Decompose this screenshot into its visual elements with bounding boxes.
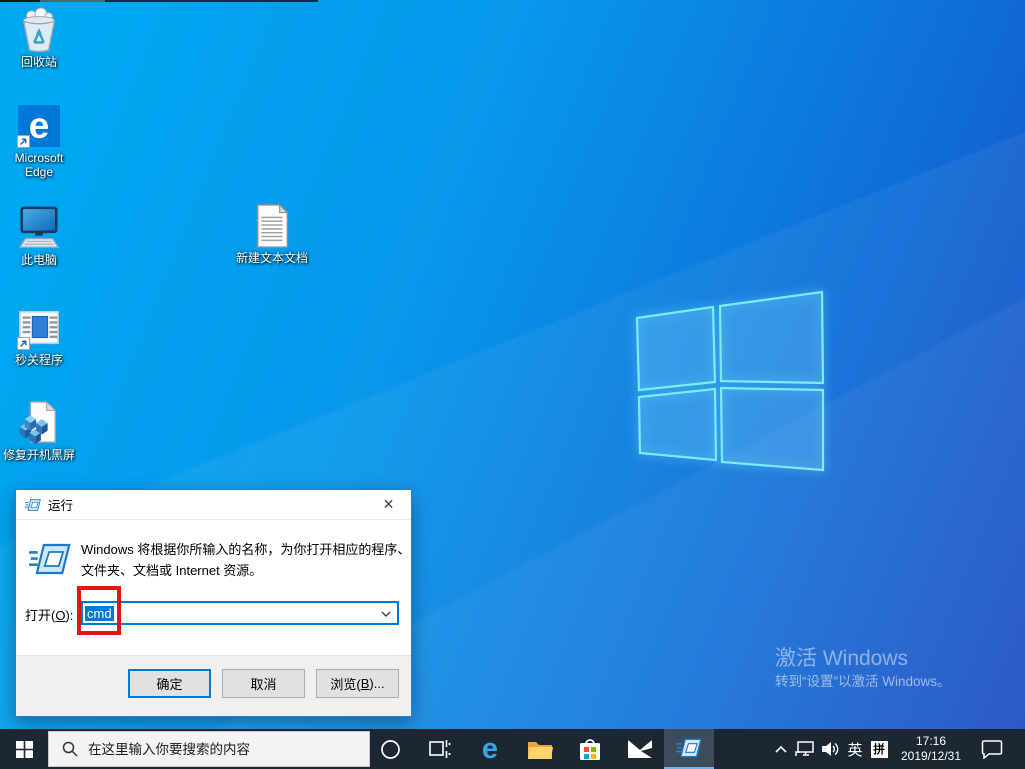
ok-button[interactable]: 确定 [128,669,211,698]
mail-icon [628,740,652,758]
this-pc-icon [18,206,60,248]
network-tray-button[interactable] [792,729,818,769]
clock-time: 17:16 [915,734,947,748]
recycle-bin-icon [22,7,56,53]
edge-icon: e [481,732,499,765]
dialog-button-strip: 确定 取消 浏览(B)... [16,655,411,716]
desktop-icon-recycle-bin[interactable]: 回收站 [1,7,77,69]
run-dialog-description: Windows 将根据你所输入的名称，为你打开相应的程序、 文件夹、文档或 In… [81,539,410,581]
run-icon [25,497,41,513]
close-button[interactable]: ✕ [366,490,411,519]
registry-file-icon [19,400,57,445]
ime-mode-button[interactable]: 拼 [868,729,890,769]
run-dialog-body: Windows 将根据你所输入的名称，为你打开相应的程序、 文件夹、文档或 In… [16,521,411,656]
task-view-icon [429,740,451,758]
chevron-up-icon [775,745,787,753]
file-explorer-button[interactable] [516,729,564,769]
run-dialog-titlebar[interactable]: 运行 ✕ [16,490,411,520]
action-center-button[interactable] [972,729,1012,769]
open-combobox[interactable]: cmd [81,601,399,625]
task-view-button[interactable] [416,729,464,769]
clock-date: 2019/12/31 [900,749,962,763]
text-document-icon [252,203,292,249]
screen-edge-artifact [0,0,40,2]
tray-overflow-button[interactable] [770,729,792,769]
desktop-icon-label: 此电脑 [20,253,57,267]
run-dialog: 运行 ✕ Windows 将根据你所输入的名称，为你打开相应的程序、 文件夹、文… [15,489,412,717]
open-field-label: 打开(O): [25,608,74,623]
chevron-down-icon[interactable] [379,607,393,621]
cortana-icon [380,739,400,759]
taskbar-clock[interactable]: 17:16 2019/12/31 [890,729,972,769]
screen-edge-artifact [105,0,318,2]
run-icon [676,735,702,761]
action-center-icon [981,740,1003,759]
windows-start-icon [15,740,33,758]
desktop-icon-quick-close-app[interactable]: 秒关程序 [1,305,77,367]
red-annotation-box [77,586,121,635]
taskbar: e [0,729,1025,769]
edge-taskbar-button[interactable]: e [466,729,514,769]
volume-icon [822,742,839,756]
network-icon [795,741,814,756]
file-explorer-icon [528,742,553,759]
run-icon [29,538,71,580]
ime-mode-badge: 拼 [870,740,888,758]
description-line-1: Windows 将根据你所输入的名称，为你打开相应的程序、 [81,542,411,557]
run-dialog-taskbar-button[interactable] [664,729,714,769]
cortana-button[interactable] [366,729,414,769]
ime-language-button[interactable]: 英 [844,729,866,769]
ime-language-label: 英 [847,741,863,759]
store-button[interactable] [566,729,614,769]
run-dialog-title: 运行 [48,499,74,513]
search-input[interactable] [88,741,358,757]
description-line-2: 文件夹、文档或 Internet 资源。 [81,563,263,578]
activation-watermark: 激活 Windows 转到“设置”以激活 Windows。 [775,646,951,692]
taskbar-search[interactable] [48,731,370,767]
watermark-title: 激活 Windows [775,647,909,670]
shortcut-arrow-icon [17,135,30,148]
desktop-icon-label: 新建文本文档 [235,251,308,265]
desktop-icon-label: Microsoft Edge [14,151,64,179]
desktop-icon-microsoft-edge[interactable]: e Microsoft Edge [1,103,77,179]
desktop-screen: 回收站 e Microsoft Edge 此电脑 秒关程序 修复开机黑屏 新建文… [0,0,1025,769]
start-button[interactable] [0,729,48,769]
volume-tray-button[interactable] [818,729,844,769]
desktop-icon-fix-black-screen[interactable]: 修复开机黑屏 [1,400,77,462]
desktop-icon-label: 修复开机黑屏 [2,448,75,462]
screen-edge-artifact [40,0,105,2]
store-icon [580,739,600,760]
search-icon [62,741,78,757]
browse-button[interactable]: 浏览(B)... [316,669,399,698]
watermark-subtitle: 转到“设置”以激活 Windows。 [775,674,951,689]
desktop-icon-label: 回收站 [20,55,57,69]
desktop-icon-this-pc[interactable]: 此电脑 [1,205,77,267]
desktop-icon-label: 秒关程序 [14,353,63,367]
desktop-icon-new-text-doc[interactable]: 新建文本文档 [234,203,310,265]
cancel-button[interactable]: 取消 [222,669,305,698]
shortcut-arrow-icon [17,337,30,350]
mail-button[interactable] [616,729,664,769]
